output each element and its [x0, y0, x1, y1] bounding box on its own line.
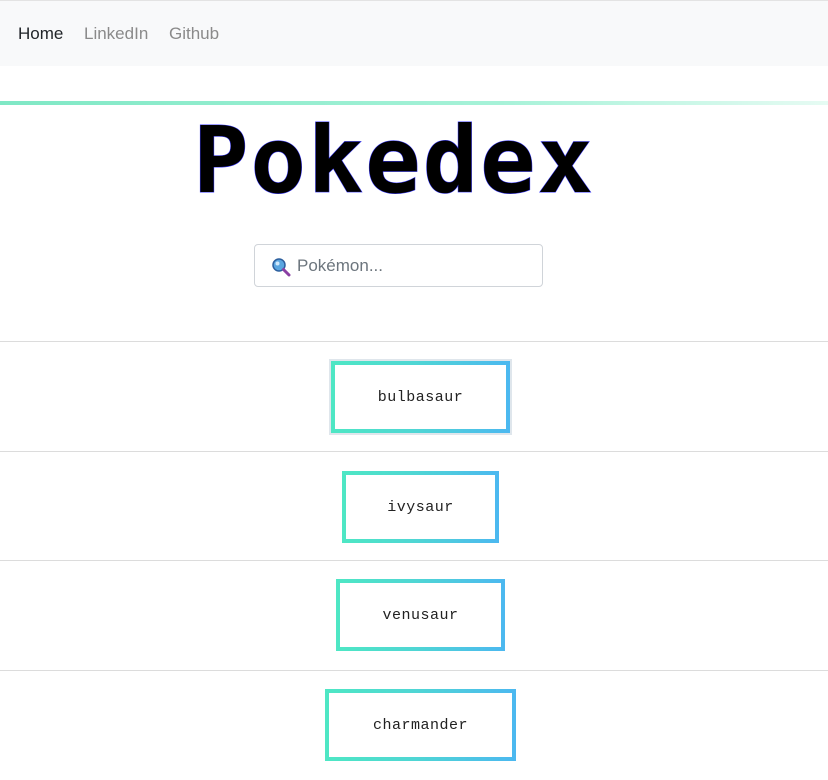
nav-link-github[interactable]: Github	[169, 23, 219, 45]
pokedex-logo-text: Pokedex	[194, 116, 594, 206]
row-divider	[0, 670, 828, 671]
pokemon-name: bulbasaur	[377, 388, 464, 406]
row-divider	[0, 341, 828, 342]
pokemon-name: charmander	[372, 716, 468, 734]
pokedex-logo-graphic: Pokedex	[193, 107, 594, 215]
accent-divider-line	[0, 101, 828, 105]
nav-link-home[interactable]: Home	[18, 23, 63, 45]
nav-link-linkedin[interactable]: LinkedIn	[84, 23, 148, 45]
pokemon-card[interactable]: venusaur	[336, 579, 505, 651]
pokemon-card[interactable]: ivysaur	[342, 471, 499, 543]
row-divider	[0, 451, 828, 452]
pokedex-logo: Pokedex	[193, 107, 594, 215]
pokemon-search-input[interactable]	[297, 249, 533, 282]
pokemon-card[interactable]: charmander	[325, 689, 516, 761]
pokemon-card[interactable]: bulbasaur	[331, 361, 510, 433]
pokemon-name: venusaur	[382, 606, 459, 624]
search-box[interactable]	[254, 244, 543, 287]
row-divider	[0, 560, 828, 561]
top-navbar: Home LinkedIn Github	[0, 0, 828, 66]
magnifier-icon	[271, 257, 291, 277]
pokemon-name: ivysaur	[387, 498, 454, 516]
